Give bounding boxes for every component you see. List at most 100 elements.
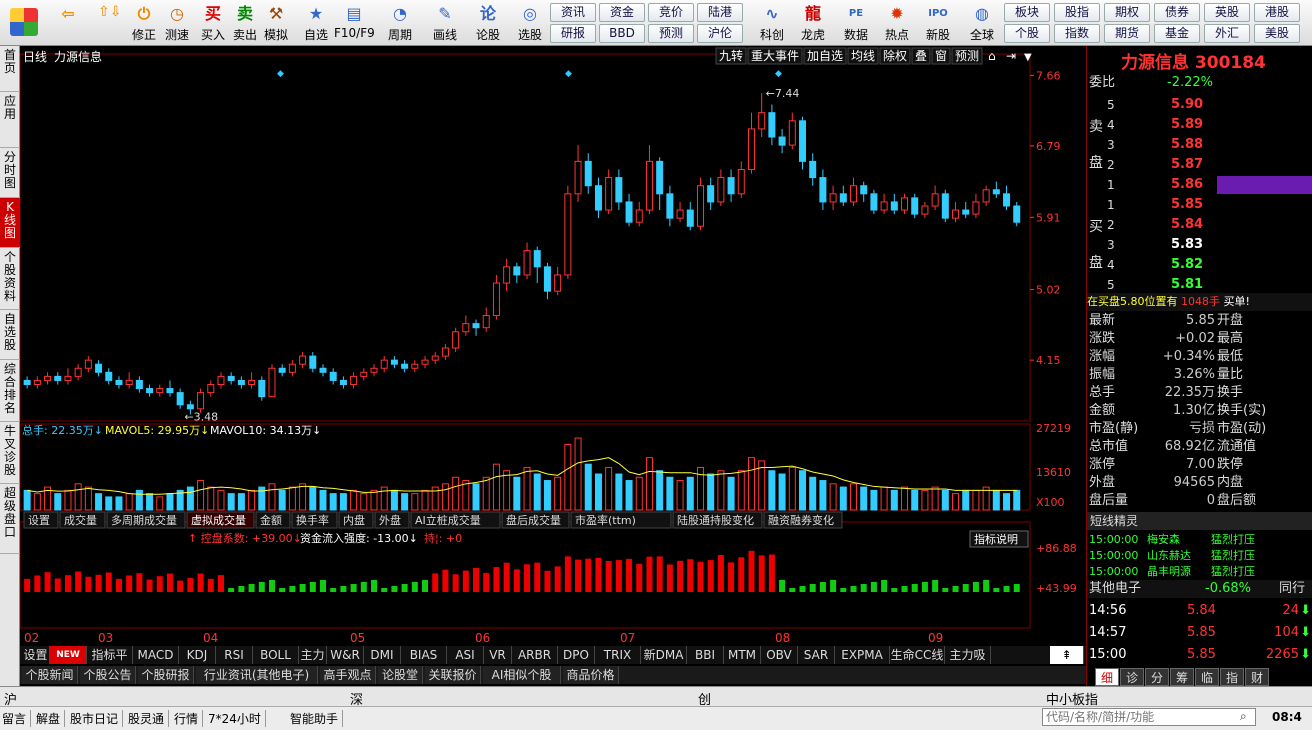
indicator-tab-12[interactable]: VR bbox=[484, 646, 512, 664]
status-link-6[interactable]: 智能助手 bbox=[290, 710, 344, 727]
quick-link-mini_right_top-2[interactable]: 期权 bbox=[1104, 3, 1150, 22]
indicator-help-button[interactable]: 指标说明 bbox=[969, 530, 1029, 548]
status-link-0[interactable]: 留言 bbox=[2, 710, 32, 727]
quick-link-mini_right_bottom-4[interactable]: 外汇 bbox=[1204, 24, 1250, 43]
sell-level-3[interactable]: 3 5.88 bbox=[1087, 136, 1312, 154]
subtab-2[interactable]: 多周期成交量 bbox=[106, 511, 186, 529]
news-tab-1[interactable]: 个股公告 bbox=[80, 666, 136, 684]
logo-icon[interactable] bbox=[4, 2, 44, 44]
ipo-button[interactable]: IPO 新股 bbox=[918, 2, 958, 44]
buy-level-5[interactable]: 5 5.81 bbox=[1087, 276, 1312, 294]
subtab-6[interactable]: 内盘 bbox=[338, 511, 374, 529]
sprite-row[interactable]: 15:00:00 山东赫达 猛烈打压 bbox=[1087, 548, 1312, 564]
indicator-tab-23[interactable]: 主力吸货 bbox=[945, 646, 991, 680]
quick-link-mini_right_top-4[interactable]: 英股 bbox=[1204, 3, 1250, 22]
indicator-tab-3[interactable]: MACD bbox=[133, 646, 179, 664]
index-label-0[interactable]: 沪 bbox=[4, 689, 17, 708]
left-tab-4[interactable]: 个股资料 bbox=[0, 248, 20, 310]
news-tab-0[interactable]: 个股新闻 bbox=[22, 666, 78, 684]
event-marker-icon[interactable]: ◆ bbox=[775, 69, 782, 79]
index-label-2[interactable]: 创 bbox=[698, 689, 711, 708]
status-link-3[interactable]: 股灵通 bbox=[128, 710, 170, 727]
data-button[interactable]: PE 数据 bbox=[836, 2, 876, 44]
buy-level-2[interactable]: 2 5.84 bbox=[1087, 216, 1312, 234]
sprite-title[interactable]: 短线精灵 bbox=[1087, 512, 1312, 530]
indicator-tab-2[interactable]: 指标平台 bbox=[87, 646, 133, 680]
next-icon[interactable]: ⇥ bbox=[1006, 49, 1016, 63]
discuss-button[interactable]: 论论股 bbox=[468, 2, 508, 44]
quote-tab-0[interactable]: 细 bbox=[1095, 668, 1119, 686]
news-tab-7[interactable]: AI相似个股 bbox=[483, 666, 561, 684]
pick-button[interactable]: ◎ 选股 bbox=[510, 2, 550, 44]
quote-tab-4[interactable]: 临 bbox=[1195, 668, 1219, 686]
sector-row[interactable]: 其他电子 -0.68% 同行 bbox=[1087, 580, 1312, 598]
period-button[interactable]: ◔ 周期 bbox=[380, 2, 420, 44]
quick-link-mini_right_bottom-5[interactable]: 美股 bbox=[1254, 24, 1300, 43]
quote-tab-2[interactable]: 分 bbox=[1145, 668, 1169, 686]
left-tab-1[interactable]: 应用 bbox=[0, 92, 20, 148]
left-tab-7[interactable]: 牛叉诊股 bbox=[0, 422, 20, 484]
quick-link-mini_right_top-5[interactable]: 港股 bbox=[1254, 3, 1300, 22]
search-icon[interactable]: ⌕ bbox=[1240, 709, 1247, 724]
chart-tool-4[interactable]: 除权 bbox=[879, 47, 911, 65]
quick-link-mini_right_bottom-1[interactable]: 指数 bbox=[1054, 24, 1100, 43]
subtab-11[interactable]: 陆股通持股变化 bbox=[672, 511, 763, 529]
subtab-7[interactable]: 外盘 bbox=[374, 511, 410, 529]
left-tab-3[interactable]: K线图 bbox=[0, 198, 20, 248]
indicator-tab-11[interactable]: ASI bbox=[447, 646, 484, 664]
quick-link-mini_right_top-3[interactable]: 债券 bbox=[1154, 3, 1200, 22]
left-tab-8[interactable]: 超级盘口 bbox=[0, 484, 20, 554]
event-marker-icon[interactable]: ◆ bbox=[565, 69, 572, 79]
chart-tool-2[interactable]: 加自选 bbox=[803, 47, 847, 65]
chart-tool-3[interactable]: 均线 bbox=[847, 47, 879, 65]
chart-tool-5[interactable]: 叠 bbox=[911, 47, 931, 65]
hot-button[interactable]: ✹ 热点 bbox=[877, 2, 917, 44]
quote-tab-6[interactable]: 财 bbox=[1245, 668, 1269, 686]
indicator-tab-14[interactable]: DPO bbox=[558, 646, 595, 664]
indicator-tab-8[interactable]: W&R bbox=[327, 646, 364, 664]
up-down-icon[interactable]: ⇧⇩ bbox=[98, 2, 121, 42]
sprite-row[interactable]: 15:00:00 梅安森 猛烈打压 bbox=[1087, 532, 1312, 548]
subtab-10[interactable]: 市盈率(ttm) bbox=[570, 511, 672, 529]
quick-link-mini_right_bottom-0[interactable]: 个股 bbox=[1004, 24, 1050, 43]
quick-link-mini_right_top-0[interactable]: 板块 bbox=[1004, 3, 1050, 22]
subtab-9[interactable]: 盘后成交量 bbox=[501, 511, 570, 529]
quick-link-mini_right_bottom-3[interactable]: 基金 bbox=[1154, 24, 1200, 43]
subtab-3[interactable]: 虚拟成交量 bbox=[186, 511, 255, 529]
test-button[interactable]: ◷ 测速 bbox=[157, 2, 197, 44]
left-tab-2[interactable]: 分时图 bbox=[0, 148, 20, 198]
subtab-0[interactable]: 设置 bbox=[23, 511, 59, 529]
status-link-1[interactable]: 解盘 bbox=[36, 710, 66, 727]
draw-button[interactable]: ✎ 画线 bbox=[425, 2, 465, 44]
indicator-tab-4[interactable]: KDJ bbox=[179, 646, 216, 664]
self-select-button[interactable]: ★ 自选 bbox=[296, 2, 336, 44]
chart-tool-6[interactable]: 窗 bbox=[931, 47, 951, 65]
quick-link-mini_right_bottom-2[interactable]: 期货 bbox=[1104, 24, 1150, 43]
indicator-tab-15[interactable]: TRIX bbox=[595, 646, 641, 664]
event-marker-icon[interactable]: ◆ bbox=[277, 69, 284, 79]
buy-level-1[interactable]: 1 5.85 bbox=[1087, 196, 1312, 214]
indicator-tab-5[interactable]: RSI bbox=[216, 646, 253, 664]
chart-tool-0[interactable]: 九转 bbox=[715, 47, 747, 65]
news-tab-5[interactable]: 论股堂 bbox=[378, 666, 423, 684]
quick-link-mini_top-2[interactable]: 竞价 bbox=[648, 3, 694, 22]
index-label-1[interactable]: 深 bbox=[350, 689, 363, 708]
subtab-12[interactable]: 融资融券变化 bbox=[763, 511, 843, 529]
quick-link-mini_top-0[interactable]: 资讯 bbox=[550, 3, 596, 22]
indicator-tab-21[interactable]: EXPMA bbox=[835, 646, 890, 664]
status-link-4[interactable]: 行情 bbox=[174, 710, 204, 727]
global-button[interactable]: ◍ 全球 bbox=[962, 2, 1002, 44]
quote-tab-5[interactable]: 指 bbox=[1220, 668, 1244, 686]
news-tab-8[interactable]: 商品价格 bbox=[563, 666, 619, 684]
indicator-tab-0[interactable]: 设置 bbox=[22, 646, 50, 664]
quick-link-mini_right_top-1[interactable]: 股指 bbox=[1054, 3, 1100, 22]
news-tab-6[interactable]: 关联报价 bbox=[425, 666, 481, 684]
sell-level-5[interactable]: 5 5.90 bbox=[1087, 96, 1312, 114]
f10-button[interactable]: ▤ F10/F9 bbox=[334, 2, 375, 44]
buy-level-3[interactable]: 3 5.83 bbox=[1087, 236, 1312, 254]
indicator-tab-20[interactable]: SAR bbox=[798, 646, 835, 664]
kline-svg[interactable]: 日线 力源信息 九转 重大事件 加自选 均线 除权叠窗预测 ⌂ ⇥ ▼ 7.66 6.79 5.91 5.… bbox=[19, 46, 1086, 646]
status-link-5[interactable]: 7*24小时 bbox=[208, 710, 266, 727]
indicator-tab-10[interactable]: BIAS bbox=[401, 646, 447, 664]
sell-level-2[interactable]: 2 5.87 bbox=[1087, 156, 1312, 174]
